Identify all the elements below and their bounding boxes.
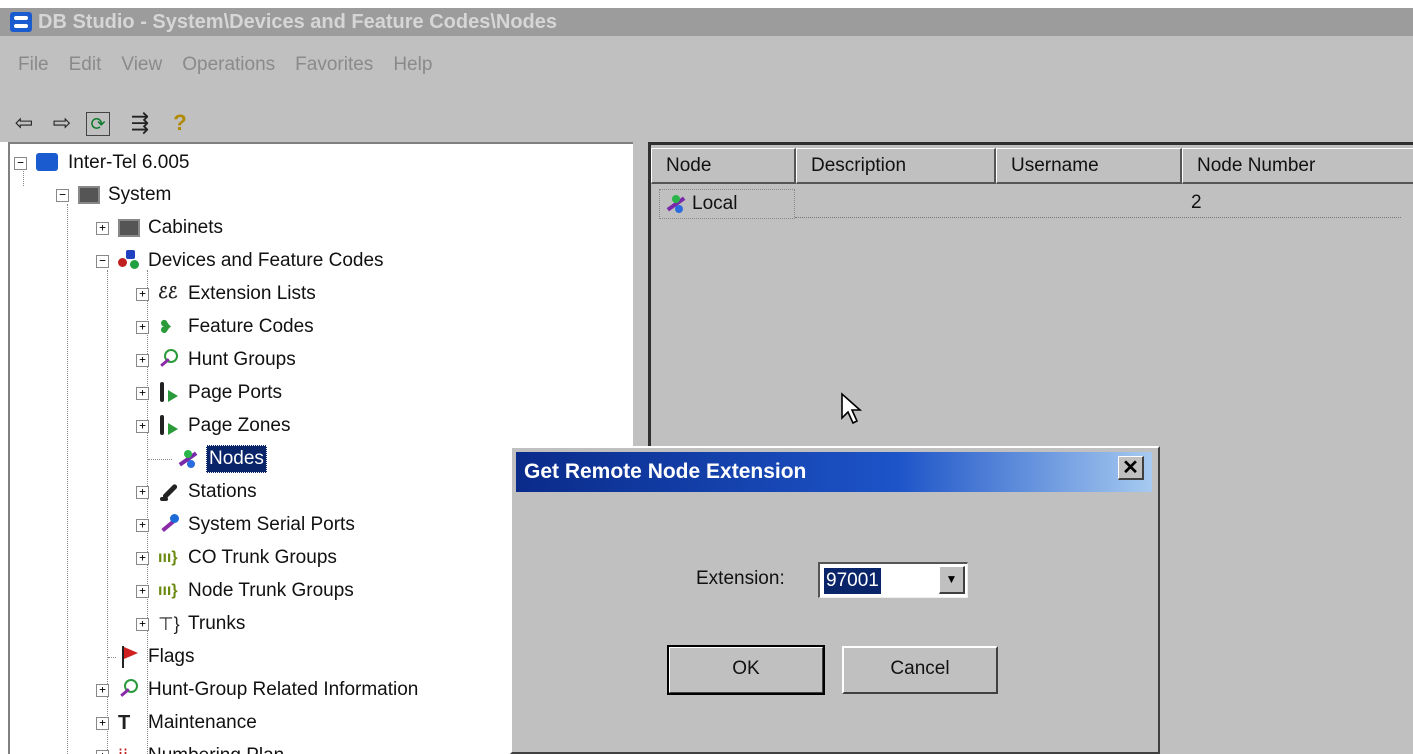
close-icon[interactable]: ✕ <box>1118 456 1144 480</box>
nodes-icon <box>176 448 198 470</box>
hunt-groups-icon <box>158 349 180 371</box>
menu-help[interactable]: Help <box>393 54 432 78</box>
cabinet-icon <box>118 219 140 237</box>
inter-tel-icon <box>36 153 58 171</box>
maintenance-icon: T <box>118 712 131 734</box>
feature-codes-icon: ❥ <box>158 317 174 337</box>
cancel-button[interactable]: Cancel <box>842 646 998 694</box>
page-zones-icon <box>158 415 180 437</box>
dialog-title: Get Remote Node Extension <box>516 452 1152 492</box>
chevron-down-icon[interactable]: ▼ <box>939 566 965 594</box>
tree-item-trunks[interactable]: + ⊤} Trunks <box>10 609 410 639</box>
toolbar: ⇦ ⇨ ⟳ ⇶ ? <box>0 106 1413 142</box>
tree-item-root[interactable]: − Inter-Tel 6.005 <box>10 148 310 178</box>
tree-item-stations[interactable]: + Stations <box>10 477 410 507</box>
menu-operations[interactable]: Operations <box>182 54 275 78</box>
column-header-description[interactable]: Description <box>796 148 996 184</box>
tree-item-maintenance[interactable]: + T Maintenance <box>10 708 410 738</box>
extension-label: Extension: <box>696 568 785 589</box>
menu-favorites[interactable]: Favorites <box>295 54 373 78</box>
nodes-icon <box>664 193 688 215</box>
serial-ports-icon <box>158 514 180 536</box>
table-row[interactable]: Local 2 <box>655 187 1405 219</box>
extension-combobox[interactable]: 97001 ▼ <box>818 562 968 598</box>
trunks-icon: ⊤} <box>158 614 180 634</box>
mouse-cursor-icon <box>840 392 864 431</box>
flag-icon <box>118 646 140 668</box>
window-title: DB Studio - System\Devices and Feature C… <box>38 11 558 33</box>
extension-value[interactable]: 97001 <box>824 568 881 594</box>
forward-arrow-icon[interactable]: ⇨ <box>48 109 76 137</box>
menu-edit[interactable]: Edit <box>69 54 102 78</box>
stations-phone-icon <box>158 481 180 503</box>
tree-item-hunt-group-related-information[interactable]: + Hunt-Group Related Information <box>10 675 530 705</box>
numbering-plan-icon: ⁞⁞ <box>118 745 140 754</box>
column-header-username[interactable]: Username <box>996 148 1182 184</box>
tree-item-cabinets[interactable]: + Cabinets <box>10 213 310 243</box>
menu-bar: File Edit View Operations Favorites Help <box>0 36 1413 106</box>
ok-button[interactable]: OK <box>667 645 825 695</box>
tree-item-devices-and-feature-codes[interactable]: − Devices and Feature Codes <box>10 246 430 276</box>
tree-item-hunt-groups[interactable]: + Hunt Groups <box>10 345 410 375</box>
trunk-groups-icon: ııı} <box>158 582 178 599</box>
tree-item-extension-lists[interactable]: + ℰℰ Extension Lists <box>10 279 410 309</box>
back-arrow-icon[interactable]: ⇦ <box>10 109 38 137</box>
tree-item-system[interactable]: − System <box>10 180 310 210</box>
cabinet-icon <box>78 186 100 204</box>
row-node-cell: Local <box>659 189 795 219</box>
list-view-icon[interactable]: ⇶ <box>126 109 154 137</box>
tree-item-nodes[interactable]: Nodes <box>10 444 410 474</box>
column-header-node[interactable]: Node <box>651 148 796 184</box>
menu-view[interactable]: View <box>121 54 162 78</box>
window-titlebar: DB Studio - System\Devices and Feature C… <box>0 8 1413 36</box>
tree-item-system-serial-ports[interactable]: + System Serial Ports <box>10 510 410 540</box>
trunk-groups-icon: ııı} <box>158 549 178 566</box>
devices-icon <box>118 250 140 272</box>
menu-file[interactable]: File <box>18 54 49 78</box>
tree-item-flags[interactable]: Flags <box>10 642 410 672</box>
tree-item-page-zones[interactable]: + Page Zones <box>10 411 410 441</box>
tree-item-feature-codes[interactable]: + ❥ Feature Codes <box>10 312 410 342</box>
refresh-icon[interactable]: ⟳ <box>86 112 110 136</box>
tree-item-page-ports[interactable]: + Page Ports <box>10 378 410 408</box>
list-header: Node Description Username Node Number <box>651 148 1413 184</box>
tree-item-numbering-plan[interactable]: + ⁞⁞ Numbering Plan <box>10 741 410 754</box>
hunt-groups-icon <box>118 679 140 701</box>
extension-lists-icon: ℰℰ <box>158 285 178 302</box>
help-icon[interactable]: ? <box>166 109 194 137</box>
tree-item-co-trunk-groups[interactable]: + ııı} CO Trunk Groups <box>10 543 410 573</box>
tree-item-node-trunk-groups[interactable]: + ııı} Node Trunk Groups <box>10 576 410 606</box>
page-ports-icon <box>158 382 180 404</box>
db-studio-app-icon <box>10 12 32 32</box>
get-remote-node-extension-dialog: Get Remote Node Extension ✕ Extension: 9… <box>510 446 1160 754</box>
row-node-number-cell: 2 <box>1191 192 1202 213</box>
column-header-node-number[interactable]: Node Number <box>1182 148 1413 184</box>
